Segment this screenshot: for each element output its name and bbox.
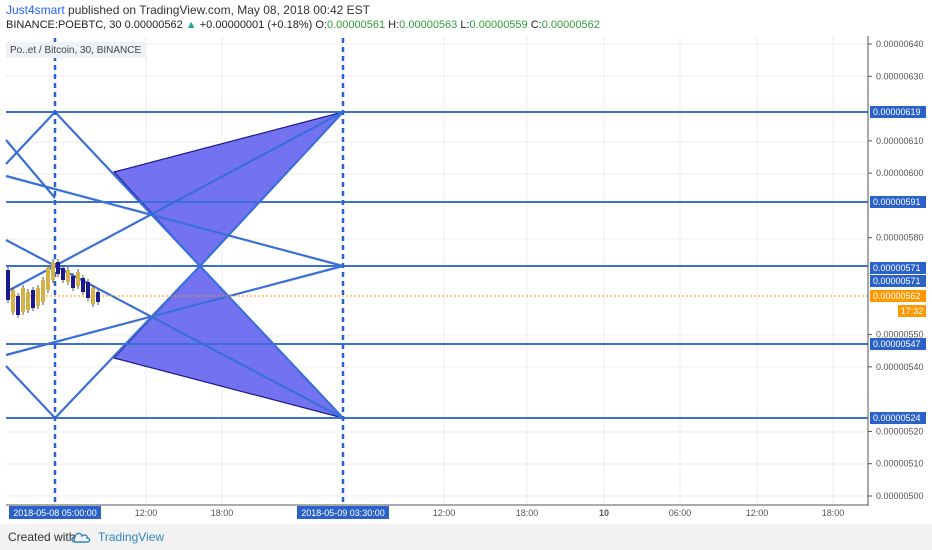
ohlc-line: BINANCE:POEBTC, 30 0.00000562 ▲ +0.00000… — [6, 19, 600, 31]
x-tick-label: 12:00 — [135, 508, 158, 518]
candle-body — [6, 270, 10, 300]
grid — [6, 36, 868, 504]
open-label: O: — [315, 19, 327, 31]
x-tick-label: 10 — [599, 508, 609, 518]
symbol-label: BINANCE:POEBTC, 30 — [6, 19, 122, 31]
candle-body — [61, 268, 65, 280]
candle-body — [96, 292, 100, 302]
x-tick-label: 12:00 — [433, 508, 456, 518]
y-tick-label: 0.00000500 — [876, 491, 924, 501]
candle-body — [71, 276, 75, 288]
x-tick-label: 18:00 — [822, 508, 845, 518]
price-tag: 0.00000524 — [873, 413, 921, 423]
x-tick-label: 18:00 — [211, 508, 234, 518]
price-tag: 0.00000571 — [873, 263, 921, 273]
up-arrow-icon: ▲ — [185, 19, 197, 31]
tradingview-link[interactable]: TradingView — [98, 530, 164, 544]
high-value: 0.00000563 — [399, 19, 458, 31]
y-tick-label: 0.00000640 — [876, 39, 924, 49]
open-value: 0.00000561 — [326, 19, 386, 31]
close-label: C: — [530, 19, 542, 31]
candle-body — [11, 290, 15, 312]
legend-text: Po..et / Bitcoin, 30, BINANCE — [10, 45, 141, 56]
publish-line: Just4smart published on TradingView.com,… — [6, 3, 370, 17]
cloud-logo-icon — [71, 532, 91, 543]
candle-body — [46, 268, 50, 290]
chart-header: Just4smart published on TradingView.com,… — [0, 0, 932, 36]
candle-body — [26, 292, 30, 310]
candle-body — [31, 290, 35, 308]
x-tick-label: 06:00 — [669, 508, 692, 518]
level-lines — [6, 111, 868, 419]
high-label: H: — [388, 19, 400, 31]
upper-triangle — [112, 110, 345, 267]
chart-area[interactable]: Po..et / Bitcoin, 30, BINANCE 0.00000640… — [0, 36, 932, 524]
candle-body — [86, 282, 90, 298]
published-text: published on TradingView.com, May 08, 20… — [68, 3, 370, 17]
author-link[interactable]: Just4smart — [6, 3, 65, 17]
low-value: 0.00000559 — [469, 19, 528, 31]
lower-triangle — [112, 265, 345, 420]
time-marker-label: 2018-05-09 03:30:00 — [301, 508, 385, 518]
candle-body — [56, 262, 60, 274]
price-tag: 0.00000591 — [873, 197, 921, 207]
footer: Created with TradingView — [0, 524, 932, 550]
price-tag: 0.00000562 — [873, 291, 921, 301]
created-with-text: Created with — [8, 530, 76, 544]
price-tags: 0.00000619 0.00000591 0.00000571 0.00000571… — [870, 106, 926, 424]
countdown: 17:32 — [901, 306, 924, 316]
price-tag: 0.00000619 — [873, 107, 921, 117]
y-tick-label: 0.00000510 — [876, 459, 924, 469]
candles — [6, 259, 100, 318]
candle-body — [76, 272, 80, 286]
candle-body — [91, 288, 95, 304]
y-tick-label: 0.00000630 — [876, 71, 924, 81]
candle-body — [66, 270, 70, 282]
low-label: L: — [460, 19, 470, 31]
time-axis-ticks: 2018-05-08 05:00:00 12:00 18:00 2018-05-09 … — [9, 506, 844, 519]
y-tick-label: 0.00000520 — [876, 426, 924, 436]
candle-body — [16, 296, 20, 315]
y-tick-label: 0.00000600 — [876, 168, 924, 178]
candle-body — [36, 288, 40, 306]
candle-body — [41, 280, 45, 302]
time-marker-label: 2018-05-08 05:00:00 — [13, 508, 97, 518]
y-tick-label: 0.00000610 — [876, 136, 924, 146]
price-tag: 0.00000547 — [873, 339, 921, 349]
price-tag: 0.00000571 — [873, 276, 921, 286]
candle-body — [81, 278, 85, 292]
y-tick-label: 0.00000540 — [876, 362, 924, 372]
last-price: 0.00000562 — [124, 19, 183, 31]
x-tick-label: 18:00 — [516, 508, 539, 518]
candle-body — [21, 288, 25, 312]
candle-body — [51, 262, 55, 280]
x-tick-label: 12:00 — [746, 508, 769, 518]
price-change: +0.00000001 (+0.18%) — [199, 19, 313, 31]
y-tick-label: 0.00000580 — [876, 233, 924, 243]
close-value: 0.00000562 — [541, 19, 600, 31]
